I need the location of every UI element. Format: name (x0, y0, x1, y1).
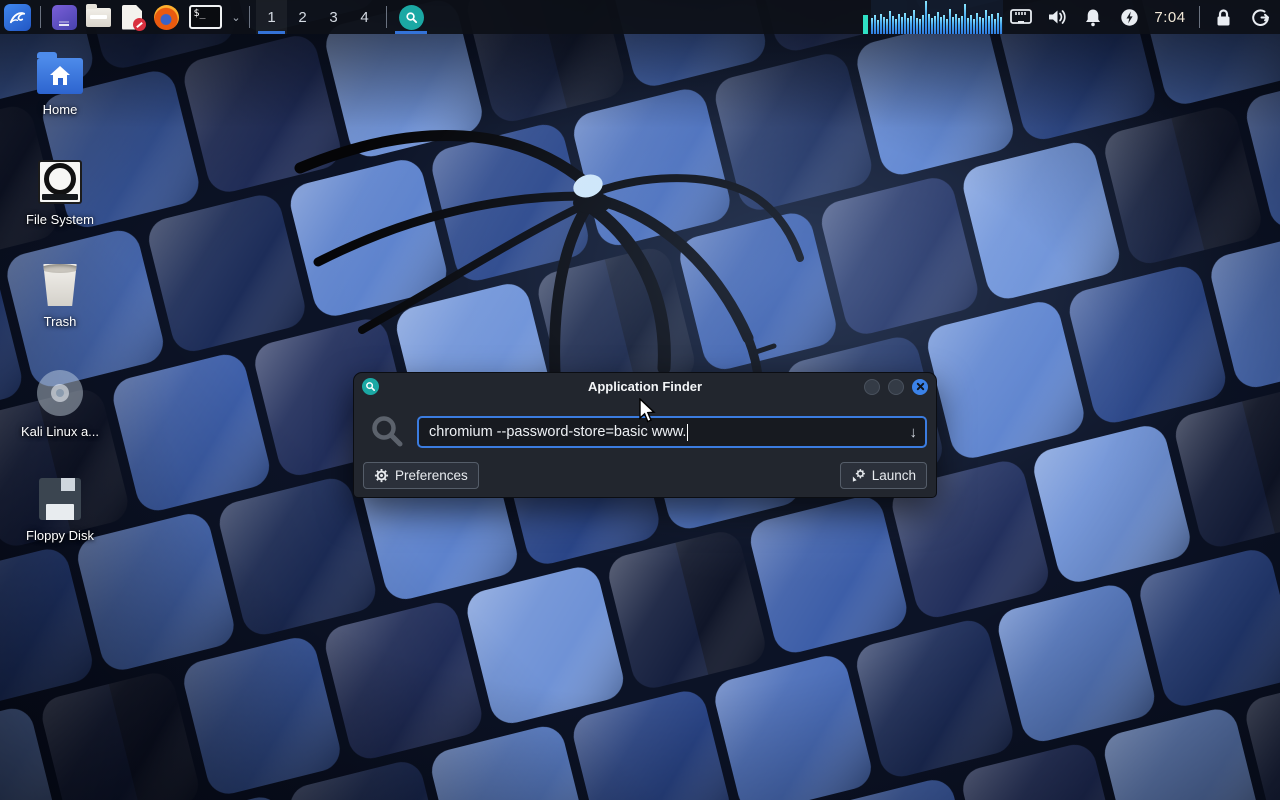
preferences-button[interactable]: Preferences (363, 462, 479, 489)
cpu-graph[interactable] (871, 0, 1003, 34)
lock-screen-button[interactable] (1206, 0, 1240, 34)
search-icon (368, 414, 408, 450)
workspace-3-button[interactable]: 3 (318, 0, 349, 34)
notifications-tray-item[interactable] (1075, 0, 1111, 34)
panel-separator (1199, 6, 1200, 28)
dropdown-arrow-icon[interactable]: ↓ (910, 424, 918, 441)
launch-button[interactable]: Launch (839, 462, 927, 489)
volume-tray-item[interactable] (1039, 0, 1075, 34)
launch-label: Launch (871, 468, 916, 483)
mouse-cursor (638, 397, 658, 429)
desktop-icon-home[interactable]: Home (12, 52, 108, 117)
desktop-icon-label: Kali Linux a... (20, 424, 100, 439)
search-window-icon (398, 4, 424, 30)
logout-icon (1251, 8, 1269, 26)
folder-icon (85, 3, 111, 27)
logout-button[interactable] (1240, 0, 1280, 34)
application-finder-icon (362, 378, 379, 395)
panel-separator (40, 6, 41, 28)
window-title: Application Finder (587, 379, 703, 394)
volume-icon (1048, 10, 1066, 24)
text-caret (687, 423, 689, 441)
trash-can-icon (43, 264, 77, 306)
desktop-icon-label: Home (42, 102, 78, 117)
bell-icon (1086, 9, 1100, 26)
workspace-label: 3 (329, 8, 338, 26)
terminal-icon (51, 4, 77, 30)
terminal-prompt-icon: $_ (188, 5, 222, 29)
cpu-load-bar (863, 15, 868, 34)
desktop-icon-kali-linux[interactable]: Kali Linux a... (12, 370, 108, 439)
text-editor-launcher[interactable] (115, 0, 149, 34)
launch-run-icon (852, 469, 865, 482)
desktop-icon-floppy-disk[interactable]: Floppy Disk (12, 478, 108, 543)
titlebar[interactable]: Application Finder (354, 373, 936, 400)
applications-menu-button[interactable] (0, 0, 34, 34)
launcher-dropdown[interactable]: ⌄ (227, 0, 243, 34)
application-finder-window: Application Finder chromium --password-s… (353, 372, 937, 498)
workspace-2-button[interactable]: 2 (287, 0, 318, 34)
minimize-button[interactable] (864, 378, 880, 395)
clock[interactable]: 7:04 (1147, 0, 1193, 34)
desktop-icon-label: File System (26, 212, 94, 227)
maximize-button[interactable] (888, 378, 904, 395)
desktop-icon-label: Floppy Disk (26, 528, 94, 543)
workspace-label: 2 (298, 8, 307, 26)
panel-separator (386, 6, 387, 28)
firefox-icon (153, 4, 179, 30)
preferences-label: Preferences (395, 468, 468, 483)
desktop-icon-label: Trash (43, 314, 77, 329)
network-icon (1010, 9, 1032, 24)
workspace-1-button[interactable]: 1 (256, 0, 287, 34)
chevron-down-icon: ⌄ (231, 11, 241, 24)
hard-drive-icon (38, 160, 82, 204)
close-button[interactable] (912, 378, 928, 395)
file-manager-launcher[interactable] (81, 0, 115, 34)
top-panel: $_ ⌄ 1 2 3 4 7:04 (0, 0, 1280, 34)
kali-logo-icon (3, 3, 31, 31)
workspace-4-button[interactable]: 4 (349, 0, 380, 34)
desktop-icon-file-system[interactable]: File System (12, 160, 108, 227)
cd-disc-icon (37, 370, 83, 416)
workspace-label: 4 (360, 8, 369, 26)
taskbar-application-finder-button[interactable] (393, 0, 429, 34)
cpu-graph-bars (871, 0, 1003, 34)
power-manager-tray-item[interactable] (1111, 0, 1147, 34)
network-tray-item[interactable] (1003, 0, 1039, 34)
home-folder-icon (37, 52, 83, 94)
lock-icon (1217, 8, 1229, 25)
workspace-label: 1 (267, 8, 276, 26)
power-bolt-icon (1120, 8, 1138, 26)
terminal-chooser-launcher[interactable]: $_ (183, 0, 227, 34)
clock-time: 7:04 (1154, 8, 1186, 26)
desktop-icon-trash[interactable]: Trash (12, 264, 108, 329)
command-input[interactable]: chromium --password-store=basic www. ↓ (417, 416, 927, 448)
panel-separator (249, 6, 250, 28)
close-icon (916, 382, 924, 391)
gear-icon (374, 468, 389, 483)
floppy-disk-icon (39, 478, 81, 520)
edit-badge-icon (133, 18, 146, 31)
terminal-launcher[interactable] (47, 0, 81, 34)
firefox-launcher[interactable] (149, 0, 183, 34)
